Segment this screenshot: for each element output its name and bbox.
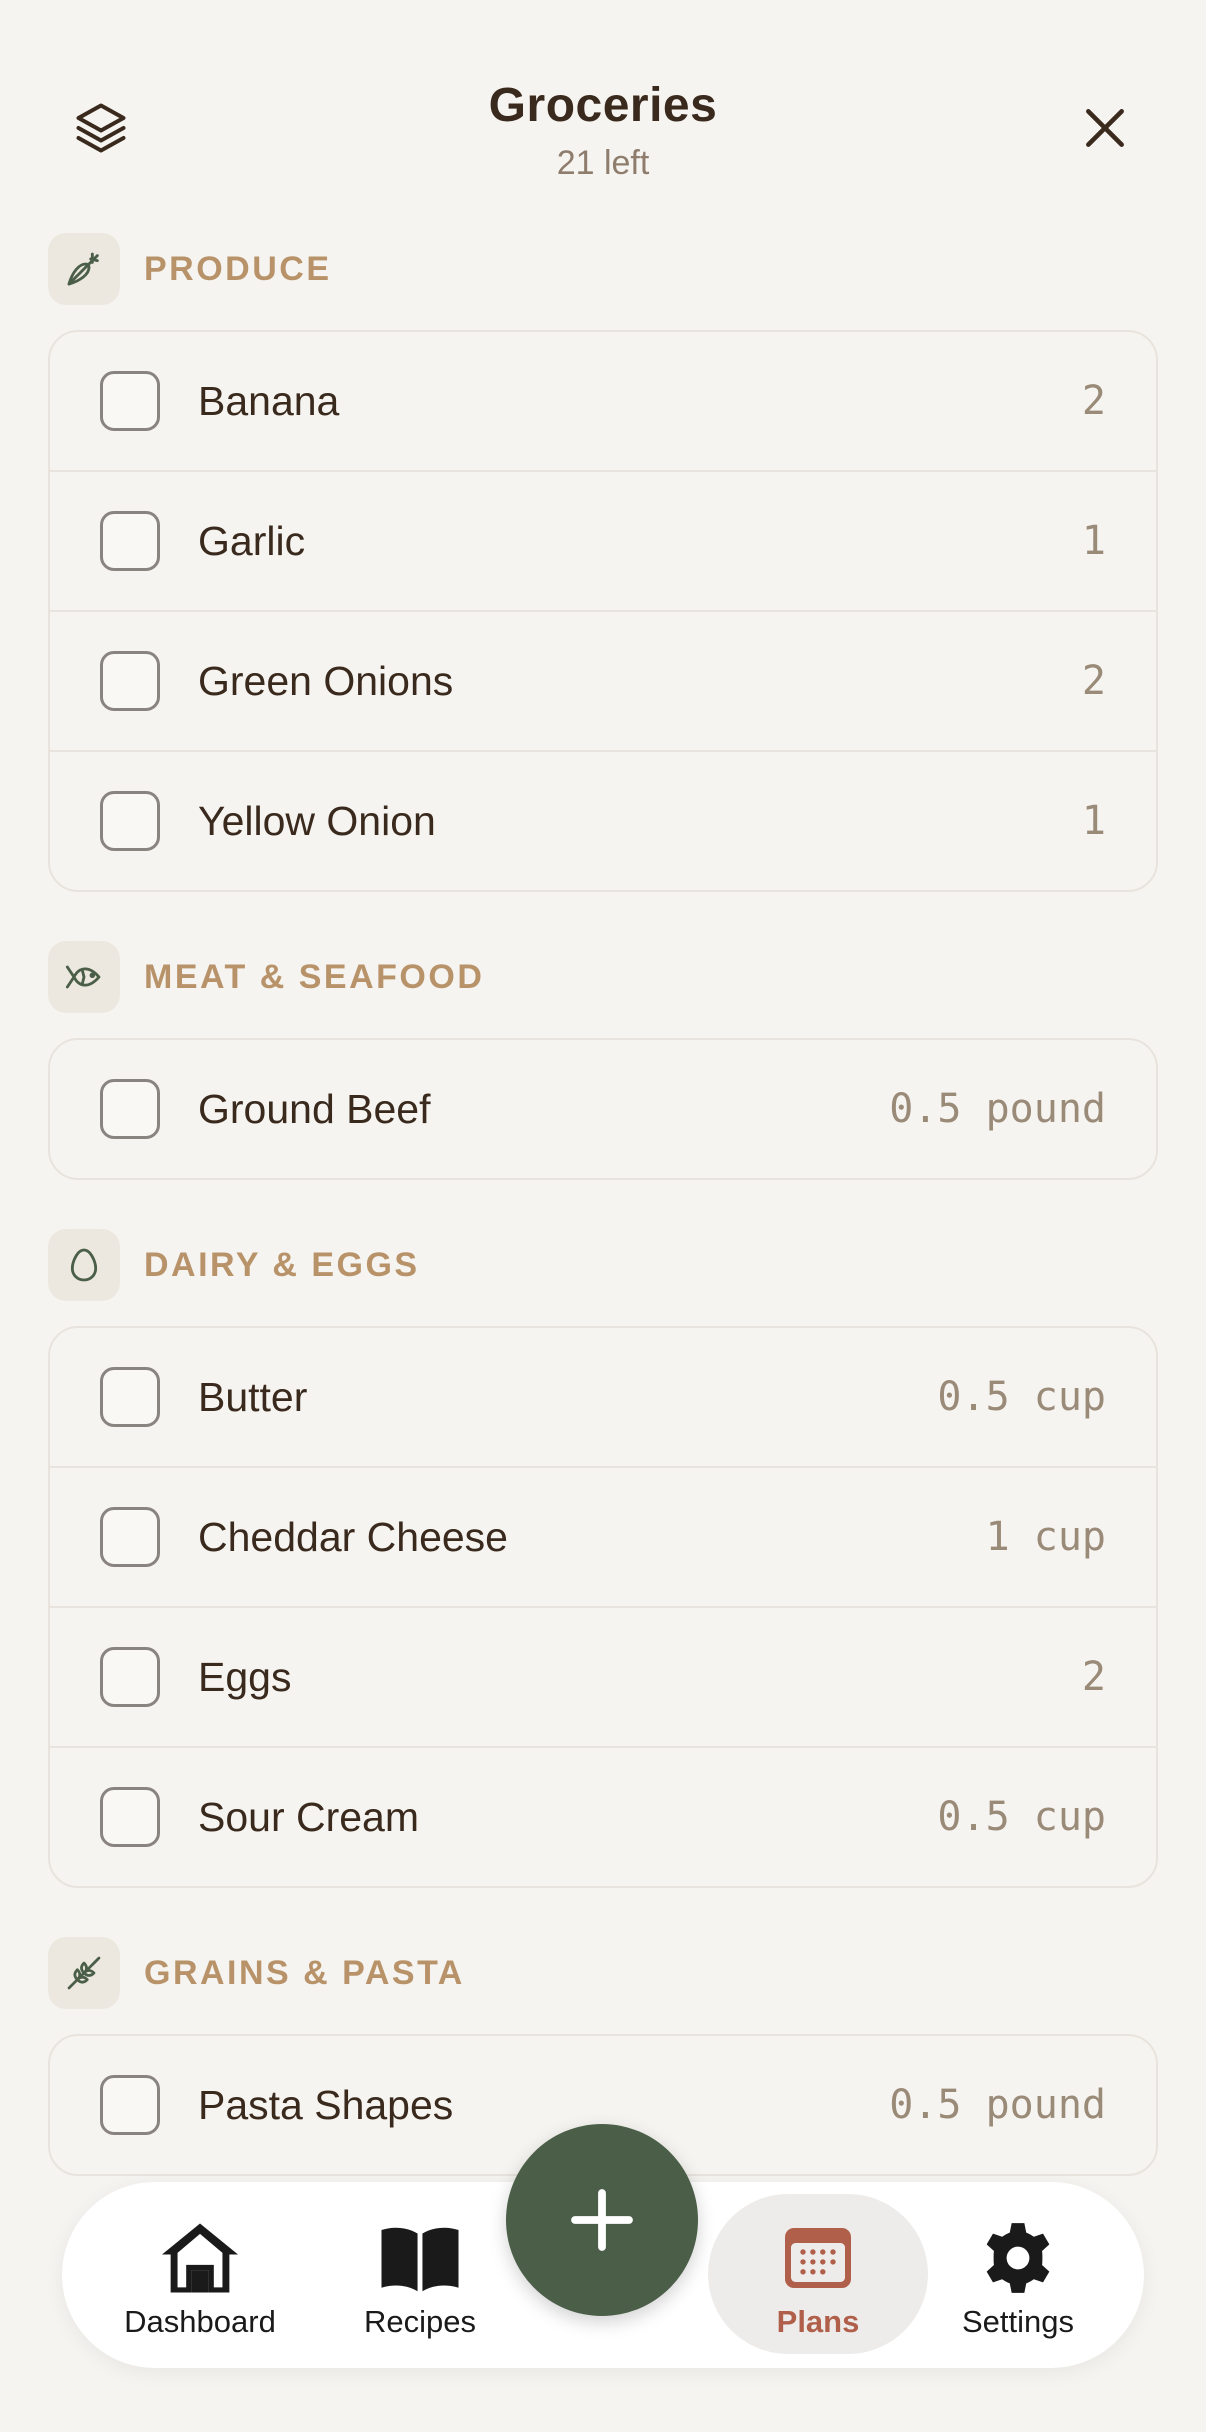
tab-label: Plans: [776, 2304, 860, 2339]
items-left-count: 21 left: [556, 144, 650, 182]
item-checkbox[interactable]: [100, 1367, 160, 1427]
item-name: Eggs: [198, 1653, 292, 1700]
list-item[interactable]: Garlic 1: [50, 472, 1156, 612]
item-quantity: 2: [1081, 1654, 1106, 1700]
tab-recipes[interactable]: Recipes: [320, 2194, 520, 2354]
item-quantity: 1 cup: [985, 1514, 1106, 1560]
item-checkbox[interactable]: [100, 651, 160, 711]
calendar-icon: [782, 2220, 854, 2296]
list-item[interactable]: Ground Beef 0.5 pound: [50, 1040, 1156, 1178]
section-card-produce: Banana 2 Garlic 1 Green Onions 2 Yellow …: [48, 330, 1158, 892]
gear-icon: [980, 2220, 1056, 2296]
egg-icon: [48, 1229, 120, 1301]
section-title: GRAINS & PASTA: [144, 1953, 465, 1992]
plus-icon: [571, 2189, 633, 2251]
section-header-meat-seafood: MEAT & SEAFOOD: [48, 940, 1158, 1014]
close-icon[interactable]: [1067, 90, 1143, 166]
list-item[interactable]: Banana 2: [50, 332, 1156, 472]
section-card-meat-seafood: Ground Beef 0.5 pound: [48, 1038, 1158, 1180]
header: Groceries 21 left: [0, 0, 1206, 220]
item-checkbox[interactable]: [100, 511, 160, 571]
item-checkbox[interactable]: [100, 1507, 160, 1567]
carrot-icon: [48, 233, 120, 305]
item-quantity: 0.5 pound: [889, 1086, 1106, 1132]
section-header-dairy-eggs: DAIRY & EGGS: [48, 1228, 1158, 1302]
item-name: Butter: [198, 1373, 308, 1420]
item-checkbox[interactable]: [100, 1647, 160, 1707]
item-quantity: 2: [1081, 658, 1106, 704]
item-name: Pasta Shapes: [198, 2081, 454, 2128]
fish-icon: [48, 941, 120, 1013]
page-title: Groceries: [488, 79, 718, 132]
add-item-button[interactable]: [506, 2124, 698, 2316]
item-checkbox[interactable]: [100, 2075, 160, 2135]
item-name: Garlic: [198, 517, 306, 564]
item-checkbox[interactable]: [100, 1787, 160, 1847]
item-checkbox[interactable]: [100, 371, 160, 431]
section-title: PRODUCE: [144, 249, 332, 288]
book-icon: [377, 2220, 463, 2296]
section-title: DAIRY & EGGS: [144, 1245, 420, 1284]
tab-plans[interactable]: Plans: [708, 2194, 928, 2354]
wheat-icon: [48, 1937, 120, 2009]
tab-settings[interactable]: Settings: [918, 2194, 1118, 2354]
item-name: Banana: [198, 377, 340, 424]
item-name: Sour Cream: [198, 1793, 420, 1840]
item-checkbox[interactable]: [100, 1079, 160, 1139]
item-quantity: 1: [1081, 798, 1106, 844]
item-quantity: 0.5 pound: [889, 2082, 1106, 2128]
list-item[interactable]: Eggs 2: [50, 1608, 1156, 1748]
section-header-grains-pasta: GRAINS & PASTA: [48, 1936, 1158, 2010]
grocery-list: PRODUCE Banana 2 Garlic 1 Green Onions 2…: [48, 232, 1158, 2224]
section-title: MEAT & SEAFOOD: [144, 957, 485, 996]
item-name: Ground Beef: [198, 1085, 431, 1132]
list-item[interactable]: Butter 0.5 cup: [50, 1328, 1156, 1468]
item-name: Cheddar Cheese: [198, 1513, 508, 1560]
item-quantity: 0.5 cup: [937, 1374, 1106, 1420]
list-item[interactable]: Yellow Onion 1: [50, 752, 1156, 890]
list-item[interactable]: Green Onions 2: [50, 612, 1156, 752]
list-item[interactable]: Sour Cream 0.5 cup: [50, 1748, 1156, 1886]
list-item[interactable]: Cheddar Cheese 1 cup: [50, 1468, 1156, 1608]
item-quantity: 2: [1081, 378, 1106, 424]
tab-label: Dashboard: [124, 2304, 276, 2339]
home-icon: [158, 2220, 242, 2296]
section-card-dairy-eggs: Butter 0.5 cup Cheddar Cheese 1 cup Eggs…: [48, 1326, 1158, 1888]
item-name: Green Onions: [198, 657, 454, 704]
item-checkbox[interactable]: [100, 791, 160, 851]
item-quantity: 1: [1081, 518, 1106, 564]
groceries-screen: Groceries 21 left PRODUCE Banana 2 Garli…: [0, 0, 1206, 2432]
section-header-produce: PRODUCE: [48, 232, 1158, 306]
tab-label: Recipes: [364, 2304, 476, 2339]
tab-label: Settings: [961, 2304, 1074, 2339]
item-name: Yellow Onion: [198, 797, 436, 844]
tab-dashboard[interactable]: Dashboard: [100, 2194, 300, 2354]
item-quantity: 0.5 cup: [937, 1794, 1106, 1840]
